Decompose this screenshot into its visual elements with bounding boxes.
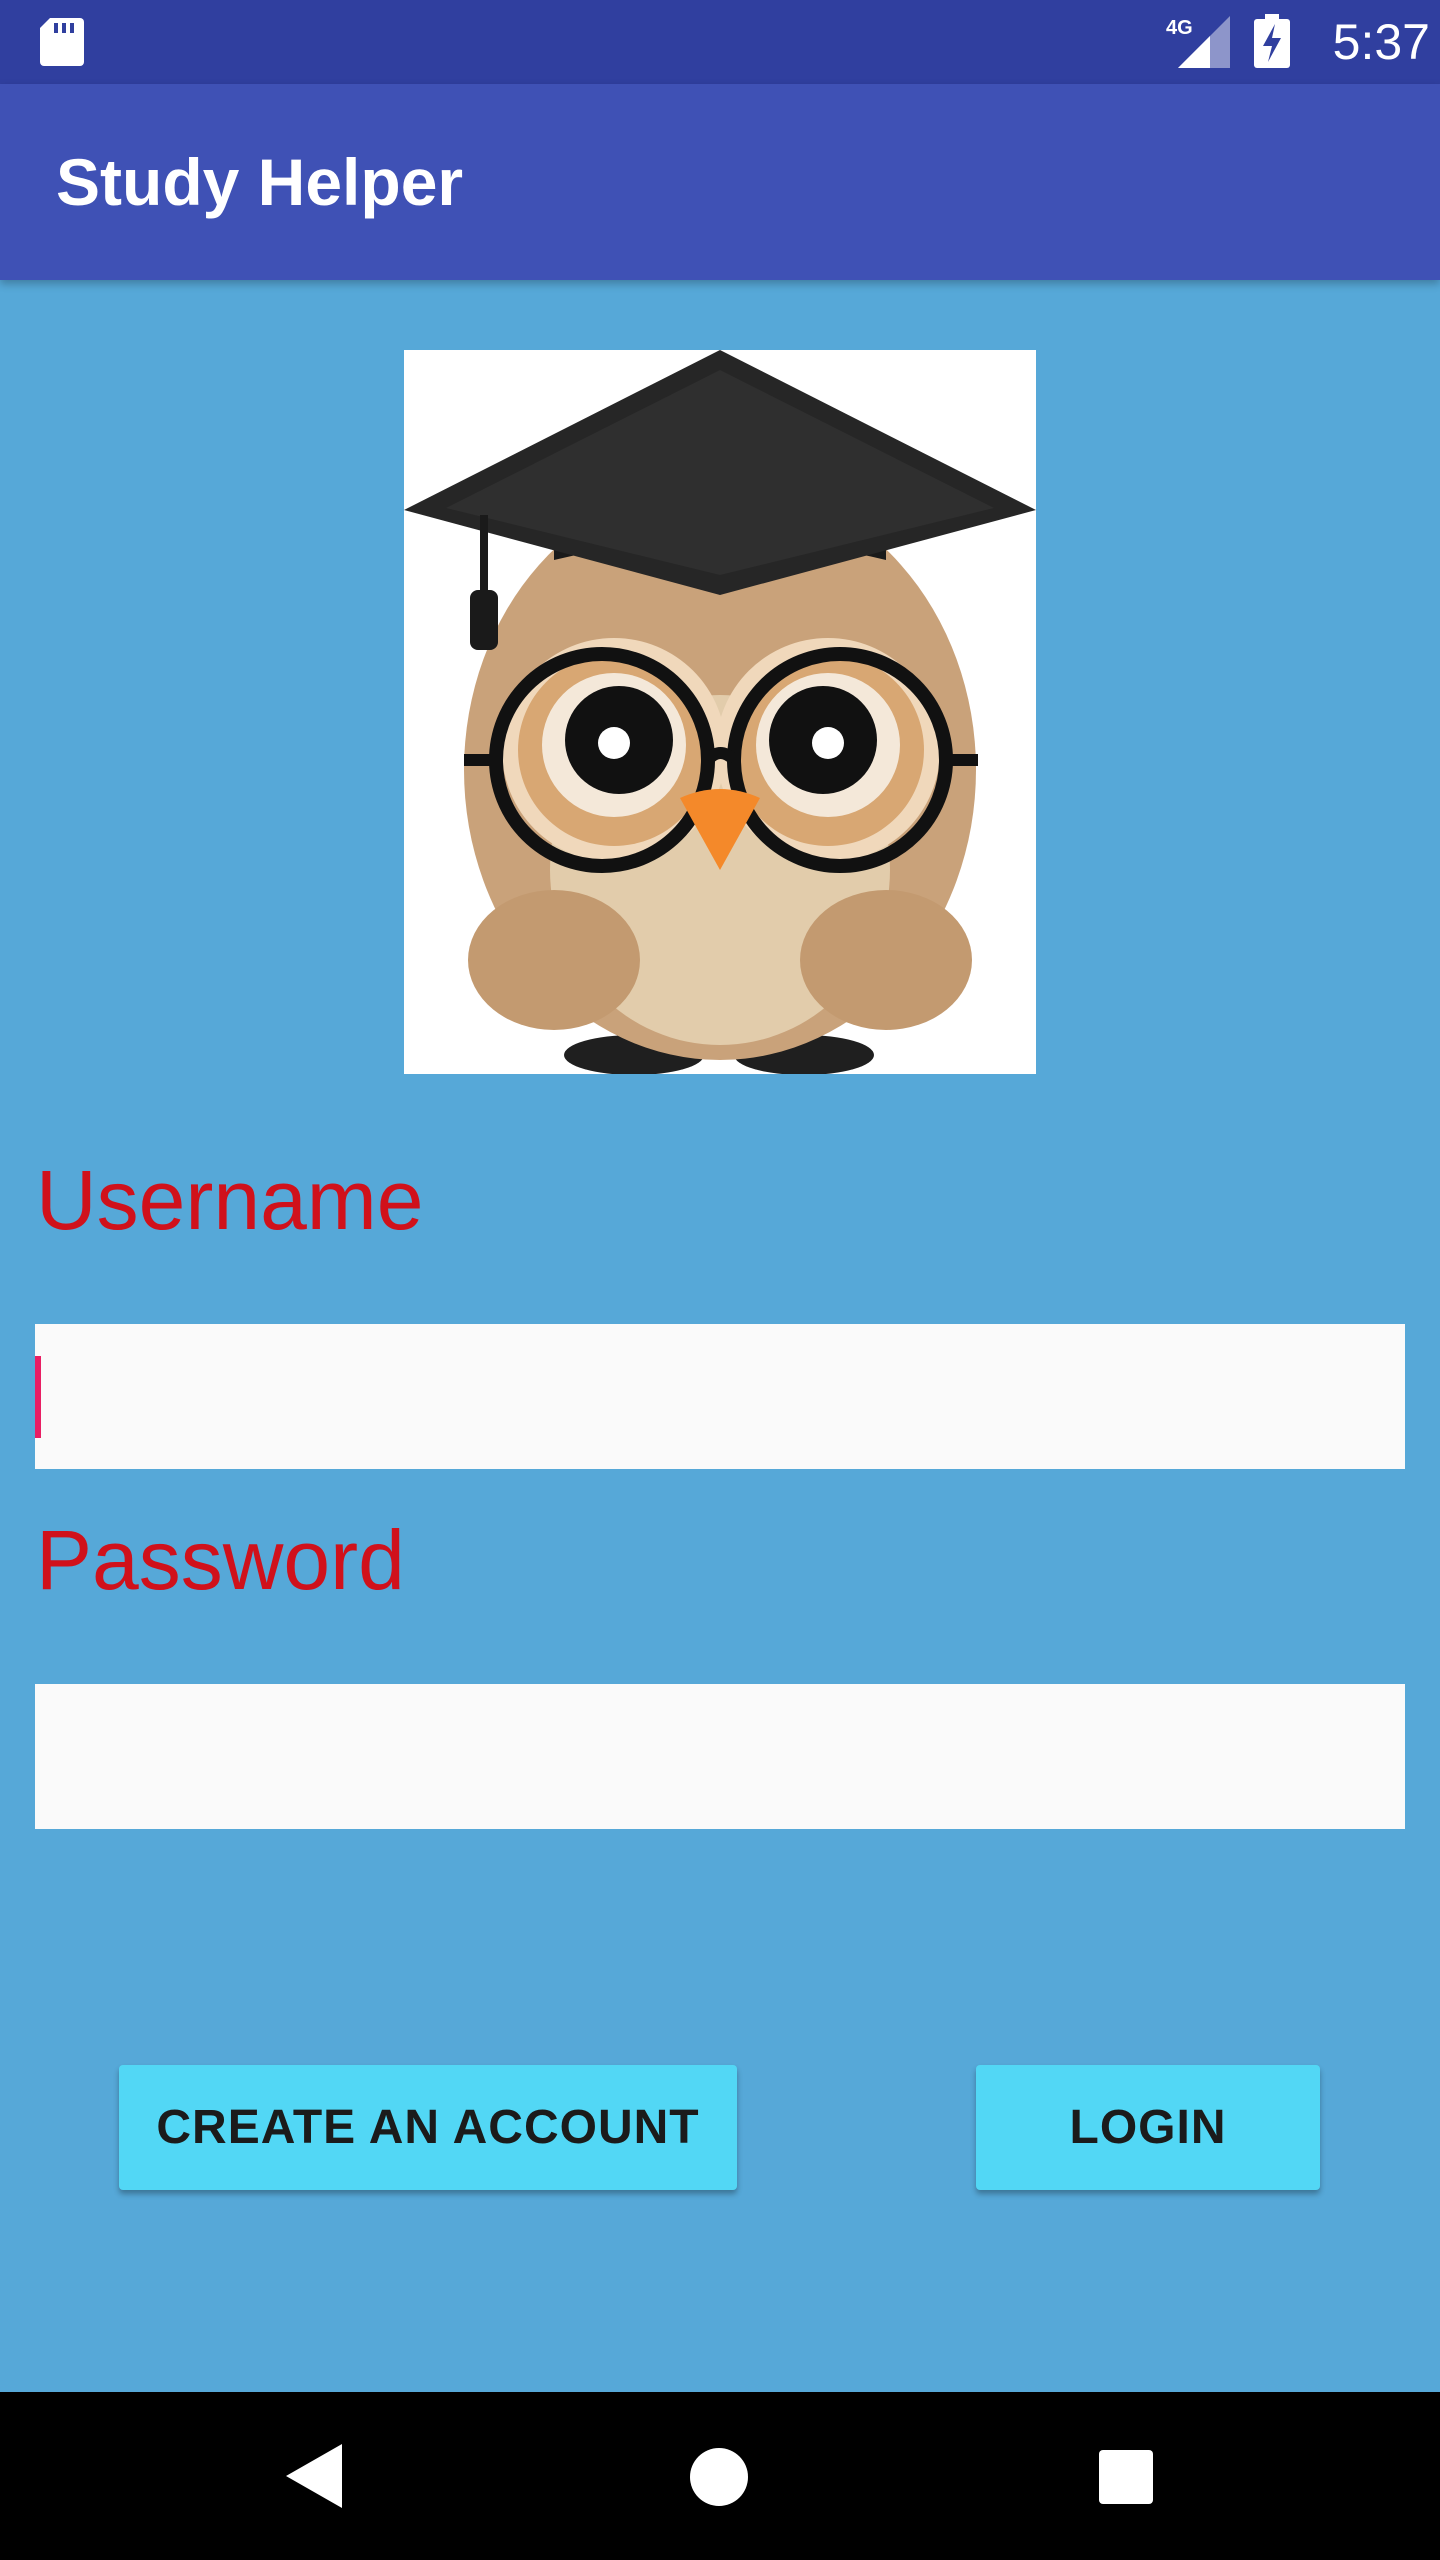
- sd-card-icon: [40, 18, 84, 66]
- recents-icon[interactable]: [1099, 2450, 1153, 2504]
- status-bar: 4G 5:37: [0, 0, 1440, 84]
- home-icon[interactable]: [690, 2448, 748, 2506]
- username-field[interactable]: [35, 1324, 1405, 1469]
- username-label: Username: [36, 1153, 424, 1247]
- text-cursor: [35, 1356, 41, 1438]
- app-title: Study Helper: [56, 145, 464, 219]
- create-account-button[interactable]: CREATE AN ACCOUNT: [119, 2065, 737, 2190]
- logo-image: [404, 350, 1036, 1074]
- status-time: 5:37: [1332, 14, 1430, 70]
- signal-4g-icon: 4G: [1166, 16, 1230, 68]
- graduation-owl-icon: [404, 350, 1036, 1074]
- password-field[interactable]: [35, 1684, 1405, 1829]
- navigation-bar: [0, 2392, 1440, 2560]
- network-type-label: 4G: [1166, 17, 1193, 39]
- battery-charging-icon: [1254, 14, 1290, 68]
- login-button[interactable]: LOGIN: [976, 2065, 1320, 2190]
- back-icon[interactable]: [286, 2444, 342, 2508]
- password-label: Password: [36, 1513, 405, 1607]
- app-bar: Study Helper: [0, 84, 1440, 280]
